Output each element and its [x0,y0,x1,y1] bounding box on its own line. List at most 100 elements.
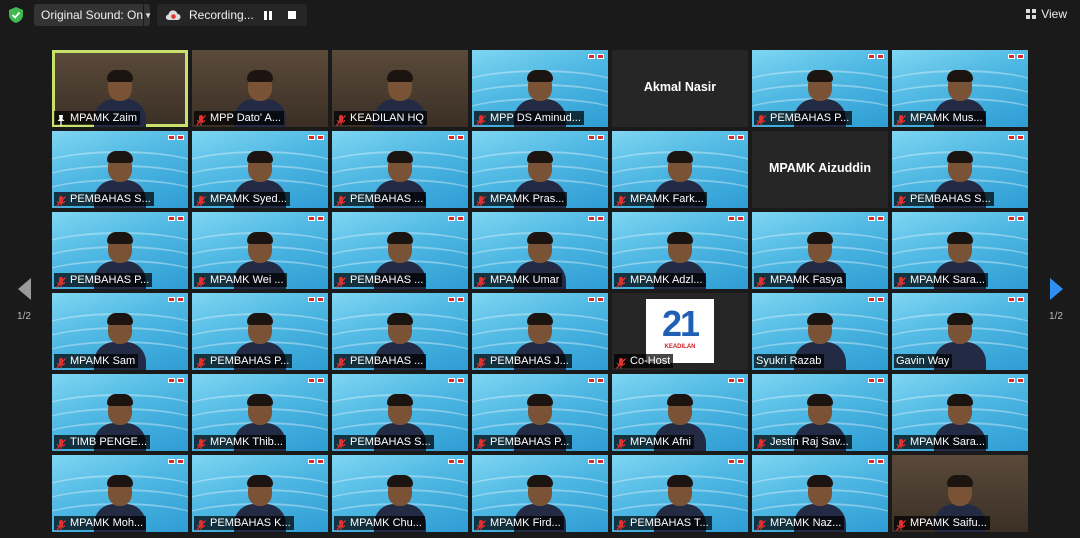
participant-tile[interactable]: MPAMK Fird... [472,455,608,532]
chevron-down-icon[interactable]: ▼ [143,4,152,26]
participant-name-label: MPP Dato' A... [194,111,284,126]
participant-tile[interactable]: PEMBAHAS P... [52,212,188,289]
party-logos [588,135,604,140]
participant-name: MPAMK Mus... [910,112,983,124]
muted-mic-icon [896,113,906,126]
muted-mic-icon [616,275,626,288]
participant-tile[interactable]: MPAMK Moh... [52,455,188,532]
participant-name-label: PEMBAHAS T... [614,516,712,531]
participant-tile[interactable]: MPAMK Fasya [752,212,888,289]
participant-tile[interactable]: MPAMK Pras... [472,131,608,208]
participant-tile[interactable]: PEMBAHAS K... [192,455,328,532]
participant-tile[interactable]: PEMBAHAS J... [472,293,608,370]
participant-tile[interactable]: PEMBAHAS S... [332,374,468,451]
cloud-recording-icon [165,10,181,20]
muted-mic-icon [196,194,206,207]
participant-name-label: Jestin Raj Sav... [754,435,852,450]
participant-tile[interactable]: MPAMK Thib... [192,374,328,451]
participant-name-label: MPAMK Syed... [194,192,290,207]
participant-name-label: MPAMK Adzl... [614,273,706,288]
participant-name: MPAMK Sara... [910,274,985,286]
original-sound-button[interactable]: Original Sound: On ▼ [34,4,152,26]
muted-mic-icon [896,194,906,207]
participant-tile[interactable]: Jestin Raj Sav... [752,374,888,451]
muted-mic-icon [196,518,206,531]
participant-tile[interactable]: MPAMK Syed... [192,131,328,208]
participant-tile[interactable]: Akmal Nasir [612,50,748,127]
muted-mic-icon [476,194,486,207]
stop-recording-button[interactable] [283,6,301,24]
participant-tile[interactable]: PEMBAHAS ... [332,293,468,370]
participant-name: MPAMK Thib... [210,436,283,448]
party-logos [448,459,464,464]
participant-name: MPAMK Saifu... [910,517,987,529]
participant-tile[interactable]: 21 KEADILAN Co-Host [612,293,748,370]
participant-tile[interactable]: MPAMK Aizuddin [752,131,888,208]
view-button[interactable]: View [1026,7,1067,21]
participant-tile[interactable]: KEADILAN HQ [332,50,468,127]
party-logos [1008,216,1024,221]
participant-tile[interactable]: PEMBAHAS P... [192,293,328,370]
participant-name: MPAMK Wei ... [210,274,284,286]
participant-tile[interactable]: MPAMK Afni [612,374,748,451]
participant-name: PEMBAHAS P... [210,355,290,367]
participant-name-label: PEMBAHAS S... [894,192,994,207]
party-logos [168,216,184,221]
participant-tile[interactable]: MPAMK Sara... [892,212,1028,289]
participant-tile[interactable]: MPAMK Naz... [752,455,888,532]
participant-name-label: PEMBAHAS K... [194,516,294,531]
participant-tile[interactable]: MPAMK Saifu... [892,455,1028,532]
participant-name-label: MPAMK Sara... [894,435,988,450]
party-logos [1008,54,1024,59]
view-label: View [1041,7,1067,21]
recording-label: Recording... [189,8,254,22]
next-page-button[interactable]: 1/2 [1041,278,1071,322]
participant-tile[interactable]: MPP Dato' A... [192,50,328,127]
participant-tile[interactable]: PEMBAHAS P... [472,374,608,451]
participant-tile[interactable]: MPAMK Fark... [612,131,748,208]
muted-mic-icon [336,437,346,450]
participant-tile[interactable]: Syukri Razab [752,293,888,370]
participant-tile[interactable]: PEMBAHAS S... [892,131,1028,208]
participant-name: PEMBAHAS ... [350,355,424,367]
participant-name-label: PEMBAHAS ... [334,354,427,369]
previous-page-button[interactable]: 1/2 [9,278,39,322]
party-logos [308,216,324,221]
participant-tile[interactable]: PEMBAHAS S... [52,131,188,208]
participant-tile[interactable]: MPAMK Chu... [332,455,468,532]
participant-tile[interactable]: PEMBAHAS T... [612,455,748,532]
participant-tile[interactable]: Gavin Way [892,293,1028,370]
party-logos [1008,378,1024,383]
participant-tile[interactable]: MPAMK Adzl... [612,212,748,289]
party-logos [588,459,604,464]
participant-name: MPAMK Afni [630,436,691,448]
meeting-top-bar: Original Sound: On ▼ Recording... View [0,0,1080,30]
participant-tile[interactable]: MPAMK Sam [52,293,188,370]
party-logos [728,216,744,221]
original-sound-label: Original Sound: On [41,8,144,22]
participant-tile[interactable]: MPAMK Mus... [892,50,1028,127]
participant-name: Gavin Way [896,355,950,367]
party-logos [448,135,464,140]
participant-name-label: Gavin Way [894,354,953,368]
participant-tile[interactable]: PEMBAHAS P... [752,50,888,127]
participant-tile[interactable]: MPAMK Wei ... [192,212,328,289]
grid-view-icon [1026,9,1037,19]
participant-name: MPAMK Syed... [210,193,287,205]
participant-tile[interactable]: MPAMK Zaim [52,50,188,127]
participant-tile[interactable]: MPAMK Umar [472,212,608,289]
participant-name: MPAMK Zaim [70,112,138,124]
pause-recording-button[interactable] [259,6,277,24]
arrow-left-icon [17,278,31,300]
security-shield-icon[interactable] [9,7,23,23]
participant-tile[interactable]: MPAMK Sara... [892,374,1028,451]
participant-tile[interactable]: PEMBAHAS ... [332,131,468,208]
party-logos [448,216,464,221]
participant-name: Co-Host [630,355,671,367]
participant-tile[interactable]: PEMBAHAS ... [332,212,468,289]
participant-name: PEMBAHAS P... [770,112,850,124]
participant-tile[interactable]: MPP DS Aminud... [472,50,608,127]
participant-name: PEMBAHAS ... [350,274,424,286]
participant-tile[interactable]: TIMB PENGE... [52,374,188,451]
party-logos [308,378,324,383]
